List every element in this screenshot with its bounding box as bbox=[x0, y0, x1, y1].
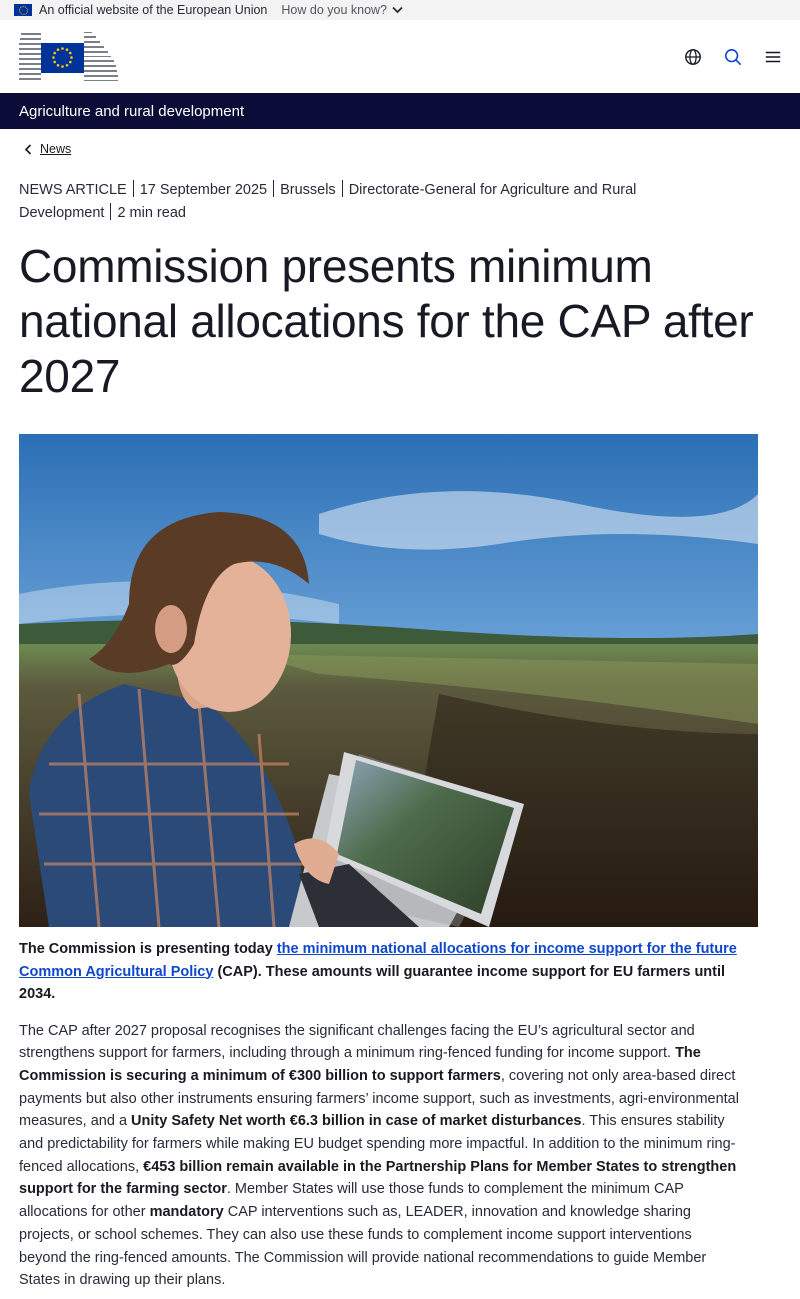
site-name-bar: Agriculture and rural development bbox=[0, 93, 800, 129]
body-text: The CAP after 2027 proposal recognises t… bbox=[19, 1022, 695, 1062]
how-do-you-know-label[interactable]: How do you know? bbox=[281, 3, 387, 17]
logo-building-left bbox=[19, 33, 41, 80]
article-meta: NEWS ARTICLE 17 September 2025 Brussels Dir… bbox=[0, 179, 700, 225]
meta-read-time: 2 min read bbox=[117, 205, 186, 221]
hero-image-farmer-with-laptop bbox=[19, 434, 758, 927]
european-commission-logo[interactable] bbox=[19, 31, 118, 82]
chevron-left-icon bbox=[24, 143, 32, 155]
menu-icon[interactable] bbox=[764, 48, 782, 66]
body-bold-unity-safety-net: Unity Safety Net worth €6.3 billion in c… bbox=[131, 1113, 582, 1130]
logo-building-right bbox=[84, 31, 118, 82]
how-do-you-know-toggle[interactable]: How do you know? bbox=[281, 3, 403, 17]
breadcrumb: News bbox=[0, 142, 800, 156]
breadcrumb-news-link[interactable]: News bbox=[40, 142, 71, 156]
site-name[interactable]: Agriculture and rural development bbox=[19, 103, 244, 120]
meta-date: 17 September 2025 bbox=[139, 182, 268, 198]
page-title: Commission presents minimum national all… bbox=[19, 240, 754, 402]
official-eu-bar: An official website of the European Unio… bbox=[0, 0, 800, 20]
meta-divider bbox=[132, 180, 134, 197]
globe-icon[interactable] bbox=[684, 48, 702, 66]
site-header bbox=[0, 20, 800, 93]
lead-text-start: The Commission is presenting today bbox=[19, 941, 277, 957]
meta-divider bbox=[273, 180, 275, 197]
meta-divider bbox=[110, 203, 112, 220]
meta-place: Brussels bbox=[280, 182, 336, 198]
search-icon[interactable] bbox=[724, 48, 742, 66]
eu-flag-icon bbox=[14, 4, 32, 16]
article-body-paragraph: The CAP after 2027 proposal recognises t… bbox=[0, 1020, 762, 1292]
eu-flag-icon bbox=[41, 42, 84, 73]
official-website-text: An official website of the European Unio… bbox=[39, 3, 268, 17]
body-bold-mandatory: mandatory bbox=[149, 1204, 224, 1221]
chevron-down-icon bbox=[392, 6, 403, 14]
meta-divider bbox=[341, 180, 343, 197]
article-lead: The Commission is presenting today the m… bbox=[0, 938, 762, 1006]
meta-type: NEWS ARTICLE bbox=[19, 182, 127, 198]
